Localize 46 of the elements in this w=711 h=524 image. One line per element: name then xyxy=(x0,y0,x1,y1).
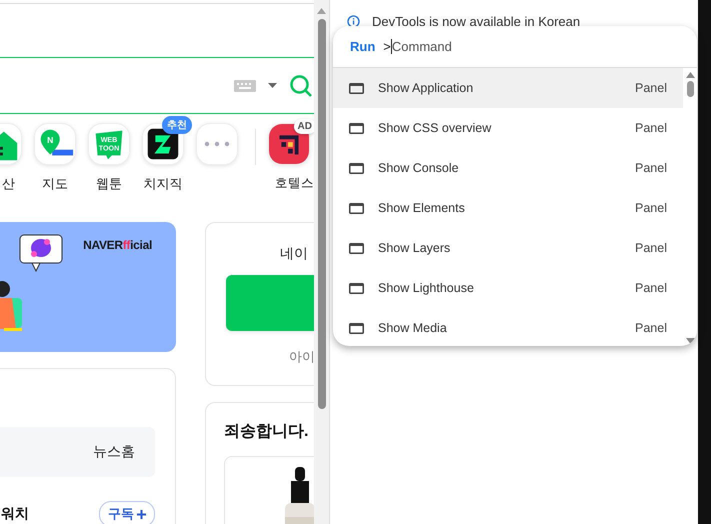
scroll-thumb[interactable] xyxy=(686,81,694,97)
ad-badge: AD xyxy=(294,119,314,134)
notice-text: DevTools is now available in Korean xyxy=(372,14,580,29)
shortcut-label[interactable]: 지도 xyxy=(42,175,68,193)
panel-icon xyxy=(349,322,364,334)
command-item[interactable]: Show Layers Panel xyxy=(333,228,683,268)
scroll-down-icon[interactable] xyxy=(686,338,694,344)
scroll-thumb[interactable] xyxy=(318,19,326,409)
command-item[interactable]: Show Media Panel xyxy=(333,308,683,346)
brand-logo: NAVERfficial xyxy=(83,238,152,252)
panel-icon xyxy=(349,82,364,94)
login-title: 네이 xyxy=(279,245,309,263)
panel-icon xyxy=(349,282,364,294)
press-name[interactable]: 워치 xyxy=(1,505,29,523)
shortcut-tile[interactable] xyxy=(196,123,238,165)
command-item[interactable]: Show Elements Panel xyxy=(333,188,683,228)
scroll-up-icon[interactable] xyxy=(686,72,694,78)
command-item[interactable]: Show Console Panel xyxy=(333,148,683,188)
panel-icon xyxy=(349,242,364,254)
panel-icon xyxy=(349,202,364,214)
scroll-up-icon[interactable] xyxy=(317,8,326,14)
panel-icon xyxy=(349,122,364,134)
command-input[interactable]: >Command xyxy=(383,39,452,54)
command-item[interactable]: Show Application Panel xyxy=(333,68,683,108)
command-item[interactable]: Show Lighthouse Panel xyxy=(333,268,683,308)
panel-icon xyxy=(349,162,364,174)
more-icon xyxy=(202,141,232,147)
banner-card[interactable]: NAVERfficial xyxy=(0,222,176,352)
shopping-title: 죄송합니다. xyxy=(224,422,310,442)
shortcut-label[interactable]: 호텔스 xyxy=(275,175,314,192)
subscribe-button[interactable]: 구독 xyxy=(99,501,155,524)
login-hint-link[interactable]: 아이 xyxy=(226,348,314,366)
shortcut-label[interactable]: 치지직 xyxy=(144,175,182,193)
news-home-tab[interactable]: 뉴스홈 xyxy=(0,427,155,477)
keyboard-icon[interactable] xyxy=(234,80,256,92)
shortcut-label[interactable]: 웹툰 xyxy=(96,175,122,193)
info-icon xyxy=(347,15,360,28)
shortcut-label[interactable]: 산 xyxy=(2,175,15,193)
search-icon[interactable] xyxy=(289,74,313,98)
caret-icon[interactable] xyxy=(268,83,277,88)
recommend-badge: 추천 xyxy=(162,116,192,134)
command-item[interactable]: Show CSS overview Panel xyxy=(333,108,683,148)
run-label: Run xyxy=(350,39,376,54)
plus-icon xyxy=(137,510,146,518)
shortcut-tile[interactable] xyxy=(268,123,310,165)
scrollbar[interactable] xyxy=(314,0,330,524)
